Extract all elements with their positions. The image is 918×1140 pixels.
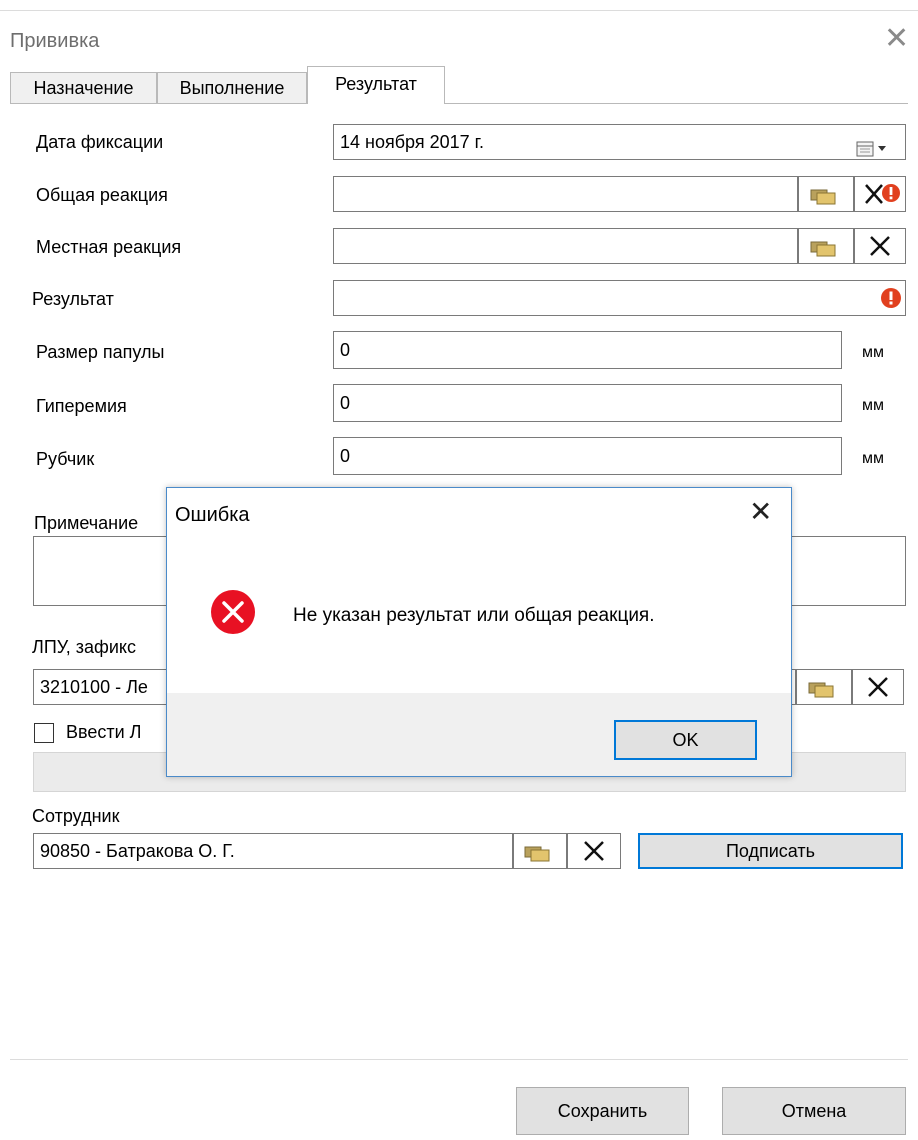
date-value: 14 ноября 2017 г. xyxy=(340,132,484,152)
error-indicator-icon xyxy=(880,287,902,314)
note-label: Примечание xyxy=(34,513,139,533)
papule-size-label: Размер папулы xyxy=(36,342,165,362)
folders-icon xyxy=(808,682,834,698)
tab-strip-border xyxy=(10,103,908,104)
employee-label: Сотрудник xyxy=(32,806,120,826)
general-reaction-clear-button[interactable] xyxy=(854,176,906,212)
date-label: Дата фиксации xyxy=(36,132,164,152)
employee-field[interactable]: 90850 - Батракова О. Г. xyxy=(33,833,513,869)
employee-clear-button[interactable] xyxy=(567,833,621,869)
close-icon xyxy=(584,841,604,861)
scar-field[interactable]: 0 xyxy=(333,437,842,475)
hyperemia-unit: мм xyxy=(862,397,884,414)
general-reaction-field[interactable] xyxy=(333,176,798,212)
tab-execution[interactable]: Выполнение xyxy=(157,72,307,103)
clear-with-error-icon xyxy=(865,184,900,204)
ok-button[interactable]: OK xyxy=(614,720,757,760)
folders-icon xyxy=(810,189,836,205)
local-reaction-label: Местная реакция xyxy=(36,237,182,257)
window-title: Прививка xyxy=(10,30,100,52)
folders-icon xyxy=(810,241,836,257)
lpu-label: ЛПУ, зафикс xyxy=(32,637,137,657)
tab-result[interactable]: Результат xyxy=(307,66,445,104)
folders-icon xyxy=(524,846,550,862)
cancel-button[interactable]: Отмена xyxy=(722,1087,906,1135)
sign-button[interactable]: Подписать xyxy=(638,833,903,869)
error-icon xyxy=(209,588,257,641)
close-icon xyxy=(868,677,888,697)
date-picker[interactable]: 14 ноября 2017 г. xyxy=(333,124,906,160)
papule-size-unit: мм xyxy=(862,344,884,361)
footer-divider xyxy=(10,1059,908,1060)
dialog-title: Ошибка xyxy=(175,504,250,526)
tab-assignment[interactable]: Назначение xyxy=(10,72,157,103)
papule-size-field[interactable]: 0 xyxy=(333,331,842,369)
lpu-clear-button[interactable] xyxy=(852,669,904,705)
enter-lpu-label: Ввести Л xyxy=(66,722,142,742)
hyperemia-label: Гиперемия xyxy=(36,396,127,416)
general-reaction-label: Общая реакция xyxy=(36,185,168,205)
local-reaction-clear-button[interactable] xyxy=(854,228,906,264)
local-reaction-field[interactable] xyxy=(333,228,798,264)
dialog-footer: OK xyxy=(167,693,791,776)
save-button[interactable]: Сохранить xyxy=(516,1087,689,1135)
dialog-message: Не указан результат или общая реакция. xyxy=(293,605,655,626)
close-icon[interactable]: ✕ xyxy=(884,22,909,56)
result-field[interactable] xyxy=(333,280,906,316)
employee-select-button[interactable] xyxy=(513,833,567,869)
lpu-select-button[interactable] xyxy=(796,669,852,705)
calendar-icon[interactable] xyxy=(856,134,894,168)
result-label: Результат xyxy=(32,289,114,309)
scar-unit: мм xyxy=(862,450,884,467)
error-dialog: Ошибка ✕ Не указан результат или общая р… xyxy=(166,487,792,777)
enter-lpu-checkbox[interactable] xyxy=(34,723,54,743)
scar-label: Рубчик xyxy=(36,449,95,469)
close-icon xyxy=(870,236,890,256)
local-reaction-select-button[interactable] xyxy=(798,228,854,264)
top-divider xyxy=(0,10,918,11)
general-reaction-select-button[interactable] xyxy=(798,176,854,212)
hyperemia-field[interactable]: 0 xyxy=(333,384,842,422)
dialog-close-icon[interactable]: ✕ xyxy=(749,494,772,530)
